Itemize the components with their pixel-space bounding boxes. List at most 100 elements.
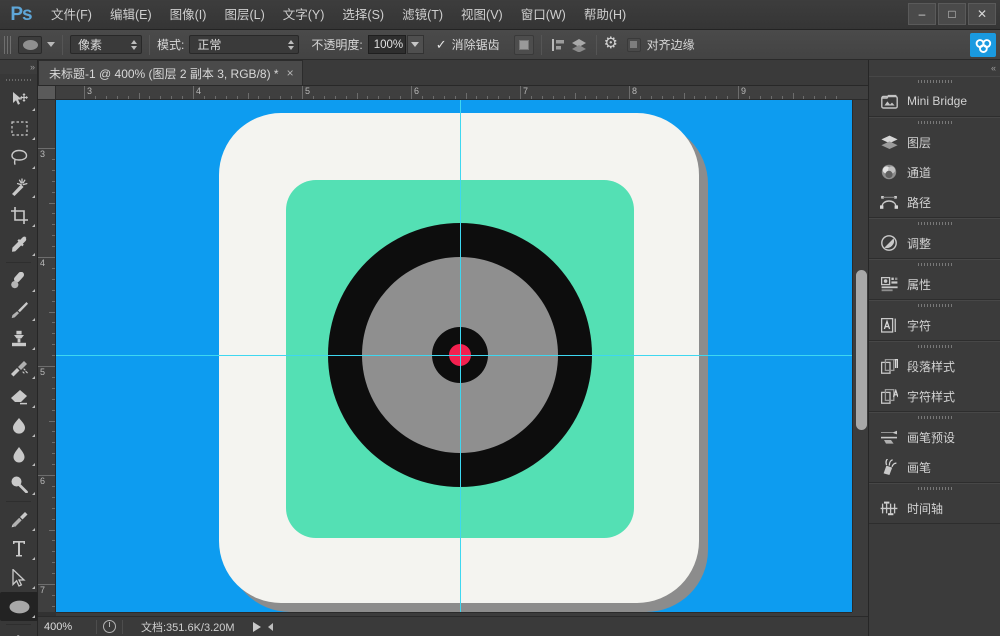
crop-tool[interactable]: [0, 201, 38, 230]
zoom-level-input[interactable]: 400%: [38, 619, 90, 635]
vertical-scrollbar[interactable]: [852, 100, 868, 612]
dock-item-mini-bridge[interactable]: Mini Bridge: [869, 86, 1000, 116]
minimize-button[interactable]: –: [908, 3, 936, 25]
path-arrange-icon[interactable]: [569, 35, 589, 55]
horizontal-guide[interactable]: [56, 355, 852, 356]
document-tab[interactable]: 未标题-1 @ 400% (图层 2 副本 3, RGB/8) * ×: [38, 60, 303, 85]
menu-item-6[interactable]: 滤镜(T): [393, 0, 452, 30]
brush-tool[interactable]: [0, 295, 38, 324]
move-tool[interactable]: [0, 85, 38, 114]
pen-tool[interactable]: [0, 505, 38, 534]
menu-item-7[interactable]: 视图(V): [452, 0, 512, 30]
dock-group-grip[interactable]: [869, 342, 1000, 351]
menu-item-4[interactable]: 文字(Y): [274, 0, 334, 30]
blur-tool[interactable]: [0, 440, 38, 469]
left-triangle-icon[interactable]: [268, 623, 273, 631]
path-selection-tool[interactable]: [0, 563, 38, 592]
dock-group-grip[interactable]: [869, 484, 1000, 493]
hand-tool[interactable]: [0, 628, 38, 636]
menu-item-2[interactable]: 图像(I): [161, 0, 216, 30]
ruler-minor-tick: [378, 96, 379, 99]
path-operations-icon[interactable]: [514, 35, 534, 55]
dock-group-grip[interactable]: [869, 260, 1000, 269]
ruler-corner[interactable]: [38, 86, 56, 100]
healing-brush-tool[interactable]: [0, 266, 38, 295]
vertical-scrollbar-thumb[interactable]: [856, 270, 867, 430]
adjustments-icon: [880, 234, 898, 252]
vertical-ruler[interactable]: 34567: [38, 100, 56, 612]
shape-preview-icon[interactable]: [18, 36, 42, 54]
tools-panel-grip[interactable]: [0, 74, 37, 85]
dock-item-channels[interactable]: 通道: [869, 157, 1000, 187]
ruler-minor-tick: [204, 96, 205, 99]
eraser-tool[interactable]: [0, 382, 38, 411]
ruler-minor-tick: [324, 96, 325, 99]
adobe-bridge-icon[interactable]: [970, 33, 996, 57]
eyedropper-tool[interactable]: [0, 230, 38, 259]
history-brush-tool[interactable]: [0, 353, 38, 382]
collapse-icon[interactable]: «: [991, 63, 995, 73]
options-bar-grip[interactable]: [4, 36, 13, 54]
menu-item-9[interactable]: 帮助(H): [575, 0, 635, 30]
menu-item-1[interactable]: 编辑(E): [101, 0, 161, 30]
close-button[interactable]: ✕: [968, 3, 996, 25]
dock-item-adjustments[interactable]: 调整: [869, 228, 1000, 258]
gear-icon[interactable]: [604, 37, 619, 52]
ruler-minor-tick: [607, 96, 608, 99]
dock-item-paths[interactable]: 路径: [869, 187, 1000, 217]
ruler-minor-tick: [52, 377, 55, 378]
pixel-mode-select[interactable]: 像素: [70, 35, 142, 54]
dock-item-character[interactable]: 字符: [869, 310, 1000, 340]
ruler-minor-tick: [52, 290, 55, 291]
path-alignment-icon[interactable]: [549, 35, 569, 55]
ruler-minor-tick: [52, 170, 55, 171]
dock-item-paragraph-styles[interactable]: 段落样式: [869, 351, 1000, 381]
dock-item-brush-presets[interactable]: 画笔预设: [869, 422, 1000, 452]
dock-item-layers[interactable]: 图层: [869, 127, 1000, 157]
close-icon[interactable]: ×: [287, 66, 294, 80]
ruler-minor-tick: [117, 96, 118, 99]
dock-item-properties[interactable]: 属性: [869, 269, 1000, 299]
dock-item-character-styles[interactable]: 字符样式: [869, 381, 1000, 411]
maximize-button[interactable]: □: [938, 3, 966, 25]
gradient-tool[interactable]: [0, 411, 38, 440]
antialias-checkbox[interactable]: ✓ 消除锯齿: [436, 36, 500, 53]
ruler-minor-tick: [684, 93, 685, 99]
ruler-minor-tick: [52, 562, 55, 563]
rectangular-marquee-tool[interactable]: [0, 114, 38, 143]
menu-item-0[interactable]: 文件(F): [42, 0, 101, 30]
clone-stamp-tool[interactable]: [0, 324, 38, 353]
play-triangle-icon[interactable]: [253, 622, 261, 632]
artboard[interactable]: [56, 100, 852, 612]
magic-wand-tool[interactable]: [0, 172, 38, 201]
expand-icon[interactable]: »: [30, 62, 34, 72]
menu-item-3[interactable]: 图层(L): [215, 0, 273, 30]
dock-group-grip[interactable]: [869, 118, 1000, 127]
dock-group-grip[interactable]: [869, 413, 1000, 422]
horizontal-ruler[interactable]: 3456789: [56, 86, 868, 100]
ruler-minor-tick: [346, 96, 347, 99]
dock-item-timeline[interactable]: 时间轴: [869, 493, 1000, 523]
menu-item-8[interactable]: 窗口(W): [512, 0, 575, 30]
canvas-viewport[interactable]: [56, 100, 852, 612]
vertical-guide[interactable]: [460, 100, 461, 612]
opacity-input[interactable]: 100%: [368, 35, 406, 54]
type-tool[interactable]: [0, 534, 38, 563]
ellipse-tool[interactable]: [0, 592, 38, 621]
clock-icon[interactable]: [103, 620, 116, 633]
opacity-dropdown-button[interactable]: [407, 35, 424, 54]
blend-mode-select[interactable]: 正常: [189, 35, 299, 54]
align-edges-checkbox[interactable]: [627, 38, 641, 52]
ruler-label: 4: [194, 86, 201, 96]
ruler-minor-tick: [509, 96, 510, 99]
ruler-minor-tick: [389, 96, 390, 99]
dodge-tool[interactable]: [0, 469, 38, 498]
dock-item-brush[interactable]: 画笔: [869, 452, 1000, 482]
lasso-tool[interactable]: [0, 143, 38, 172]
ruler-label: 8: [630, 86, 637, 96]
dock-group-grip[interactable]: [869, 301, 1000, 310]
dock-group-grip[interactable]: [869, 219, 1000, 228]
menu-item-5[interactable]: 选择(S): [333, 0, 393, 30]
dock-group-grip[interactable]: [869, 77, 1000, 86]
chevron-down-icon[interactable]: [47, 42, 55, 47]
